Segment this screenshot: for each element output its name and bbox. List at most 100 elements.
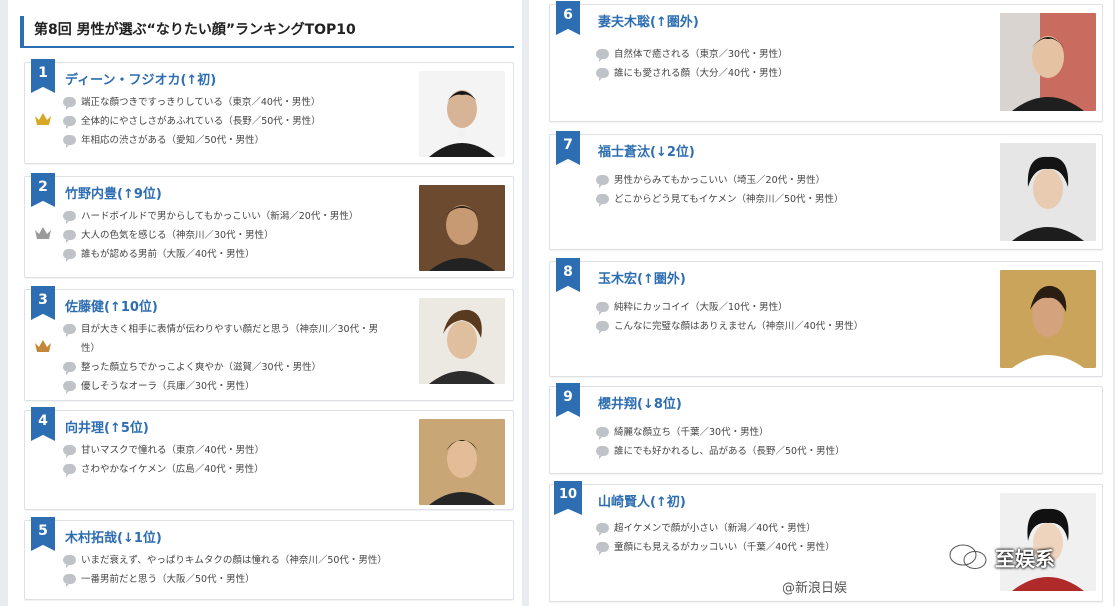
comment-list: 端正な顔つきですっきりしている（東京／40代・男性） 全体的にやさしさがあふれて… xyxy=(63,93,421,150)
comment-list: いまだ衰えず、やっぱりキムタクの顔は憧れる（神奈川／50代・男性） 一番男前だと… xyxy=(63,551,421,589)
comment: 優しそうなオーラ（兵庫／30代・男性） xyxy=(63,377,421,396)
rank-ribbon: 6 xyxy=(556,1,580,35)
rank-card-5[interactable]: 5 木村拓哉(↓1位) いまだ衰えず、やっぱりキムタクの顔は憧れる（神奈川／50… xyxy=(24,517,514,600)
comment-bubble-icon xyxy=(63,574,76,587)
rank-card-8[interactable]: 8 玉木宏(↑圏外) 純粋にカッコイイ（大阪／10代・男性） こんなに完璧な顔は… xyxy=(549,258,1103,377)
comment-bubble-icon xyxy=(63,381,76,394)
comment: 超イケメンで顔が小さい（新潟／40代・男性） xyxy=(596,519,996,538)
celebrity-name[interactable]: 佐藤健(↑10位) xyxy=(65,296,158,315)
celebrity-photo xyxy=(419,71,505,157)
comment-bubble-icon xyxy=(63,211,76,224)
comment: ハードボイルドで男からしてもかっこいい（新潟／20代・男性） xyxy=(63,207,421,226)
left-panel: 第8回 男性が選ぶ“なりたい顔”ランキングTOP10 1 ディーン・フジオカ(↑… xyxy=(8,0,522,606)
sina-watermark: @新浪日娱 xyxy=(782,581,848,596)
comment: 大人の色気を感じる（神奈川／30代・男性） xyxy=(63,226,421,245)
celebrity-name[interactable]: 竹野内豊(↑9位) xyxy=(65,183,162,202)
celebrity-name[interactable]: 福士蒼汰(↓2位) xyxy=(598,141,695,160)
comment-list: 男性からみてもかっこいい（埼玉／20代・男性） どこからどう見てもイケメン（神奈… xyxy=(596,171,996,209)
comment: 甘いマスクで憧れる（東京／40代・男性） xyxy=(63,441,421,460)
comment: 目が大きく相手に表情が伝わりやすい顔だと思う（神奈川／30代・男 xyxy=(63,320,421,339)
comment: 誰もが認める男前（大阪／40代・男性） xyxy=(63,245,421,264)
celebrity-name[interactable]: 玉木宏(↑圏外) xyxy=(598,268,686,287)
celebrity-photo xyxy=(419,419,505,505)
right-panel: 6 妻夫木聡(↑圏外) 自然体で癒される（東京／30代・男性） 誰にも愛される顔… xyxy=(529,0,1113,606)
celebrity-photo xyxy=(1000,493,1096,591)
rank-ribbon: 4 xyxy=(31,407,55,441)
comment-list: 目が大きく相手に表情が伝わりやすい顔だと思う（神奈川／30代・男 性） 整った顔… xyxy=(63,320,421,396)
rank-ribbon: 5 xyxy=(31,517,55,551)
comment-bubble-icon xyxy=(63,135,76,148)
comment: どこからどう見てもイケメン（神奈川／50代・男性） xyxy=(596,190,996,209)
comment: 誰にも愛される顔（大分／40代・男性） xyxy=(596,64,996,83)
rank-ribbon: 3 xyxy=(31,286,55,320)
celebrity-photo xyxy=(419,298,505,384)
comment: 全体的にやさしさがあふれている（長野／50代・男性） xyxy=(63,112,421,131)
comment: 綺麗な顔立ち（千葉／30代・男性） xyxy=(596,423,996,442)
rank-card-3[interactable]: 3 佐藤健(↑10位) 目が大きく相手に表情が伝わりやすい顔だと思う（神奈川／3… xyxy=(24,286,514,401)
comment-bubble-icon xyxy=(596,68,609,81)
rank-card-1[interactable]: 1 ディーン・フジオカ(↑初) 端正な顔つきですっきりしている（東京／40代・男… xyxy=(24,59,514,164)
comment-bubble-icon xyxy=(63,445,76,458)
comment-bubble-icon xyxy=(63,97,76,110)
rank-ribbon: 9 xyxy=(556,383,580,417)
comment: こんなに完璧な顔はありえません（神奈川／40代・男性） xyxy=(596,317,996,336)
comment: 純粋にカッコイイ（大阪／10代・男性） xyxy=(596,298,996,317)
celebrity-name[interactable]: 山崎賢人(↑初) xyxy=(598,491,686,510)
celebrity-photo xyxy=(1000,143,1096,241)
celebrity-name[interactable]: 櫻井翔(↓8位) xyxy=(598,393,682,412)
rank-card-9[interactable]: 9 櫻井翔(↓8位) 綺麗な顔立ち（千葉／30代・男性） 誰にでも好かれるし、品… xyxy=(549,383,1103,474)
comment-bubble-icon xyxy=(63,249,76,262)
celebrity-name[interactable]: 木村拓哉(↓1位) xyxy=(65,527,162,546)
comment: 整った顔立ちでかっこよく爽やか（滋賀／30代・男性） xyxy=(63,358,421,377)
comment-bubble-icon xyxy=(596,446,609,459)
comment-bubble-icon xyxy=(63,362,76,375)
gold-crown-icon xyxy=(35,113,51,125)
comment-bubble-icon xyxy=(63,555,76,568)
comment-bubble-icon xyxy=(596,427,609,440)
rank-ribbon: 8 xyxy=(556,258,580,292)
comment-bubble-icon xyxy=(596,175,609,188)
rank-ribbon: 10 xyxy=(554,481,582,515)
comment-bubble-icon xyxy=(596,542,609,555)
celebrity-name[interactable]: ディーン・フジオカ(↑初) xyxy=(65,69,216,88)
comment-bubble-icon xyxy=(596,194,609,207)
comment: 誰にでも好かれるし、品がある（長野／50代・男性） xyxy=(596,442,996,461)
silver-crown-icon xyxy=(35,227,51,239)
comment: 童顔にも見えるがカッコいい（千葉／40代・男性） xyxy=(596,538,996,557)
comment-list: 自然体で癒される（東京／30代・男性） 誰にも愛される顔（大分／40代・男性） xyxy=(596,45,996,83)
comment: いまだ衰えず、やっぱりキムタクの顔は憧れる（神奈川／50代・男性） xyxy=(63,551,421,570)
rank-card-4[interactable]: 4 向井理(↑5位) 甘いマスクで憧れる（東京／40代・男性） さわやかなイケメ… xyxy=(24,407,514,510)
comment-bubble-icon xyxy=(596,523,609,536)
comment: 年相応の渋さがある（愛知／50代・男性） xyxy=(63,131,421,150)
wechat-logo-icon xyxy=(948,543,988,570)
comment-continuation: 性） xyxy=(81,343,101,354)
rank-ribbon: 7 xyxy=(556,131,580,165)
rank-ribbon: 2 xyxy=(31,173,55,207)
rank-card-2[interactable]: 2 竹野内豊(↑9位) ハードボイルドで男からしてもかっこいい（新潟／20代・男… xyxy=(24,173,514,278)
celebrity-photo xyxy=(1000,270,1096,368)
comment-list: 甘いマスクで憧れる（東京／40代・男性） さわやかなイケメン（広島／40代・男性… xyxy=(63,441,421,479)
comment-list: 超イケメンで顔が小さい（新潟／40代・男性） 童顔にも見えるがカッコいい（千葉／… xyxy=(596,519,996,557)
comment-bubble-icon xyxy=(63,324,76,337)
brand-watermark: 至娱系 xyxy=(995,547,1055,571)
celebrity-name[interactable]: 妻夫木聡(↑圏外) xyxy=(598,11,699,30)
comment: 端正な顔つきですっきりしている（東京／40代・男性） xyxy=(63,93,421,112)
comment-bubble-icon xyxy=(596,49,609,62)
comment-list: 純粋にカッコイイ（大阪／10代・男性） こんなに完璧な顔はありえません（神奈川／… xyxy=(596,298,996,336)
comment-bubble-icon xyxy=(63,116,76,129)
bronze-crown-icon xyxy=(35,340,51,352)
celebrity-photo xyxy=(1000,13,1096,111)
comment-bubble-icon xyxy=(63,464,76,477)
celebrity-name[interactable]: 向井理(↑5位) xyxy=(65,417,149,436)
comment-bubble-icon xyxy=(596,321,609,334)
comment-list: 綺麗な顔立ち（千葉／30代・男性） 誰にでも好かれるし、品がある（長野／50代・… xyxy=(596,423,996,461)
comment: さわやかなイケメン（広島／40代・男性） xyxy=(63,460,421,479)
comment: 一番男前だと思う（大阪／50代・男性） xyxy=(63,570,421,589)
comment-bubble-icon xyxy=(596,302,609,315)
comment: 男性からみてもかっこいい（埼玉／20代・男性） xyxy=(596,171,996,190)
rank-card-6[interactable]: 6 妻夫木聡(↑圏外) 自然体で癒される（東京／30代・男性） 誰にも愛される顔… xyxy=(549,1,1103,122)
celebrity-photo xyxy=(419,185,505,271)
comment: 自然体で癒される（東京／30代・男性） xyxy=(596,45,996,64)
comment-bubble-icon xyxy=(63,230,76,243)
rank-card-7[interactable]: 7 福士蒼汰(↓2位) 男性からみてもかっこいい（埼玉／20代・男性） どこから… xyxy=(549,131,1103,250)
